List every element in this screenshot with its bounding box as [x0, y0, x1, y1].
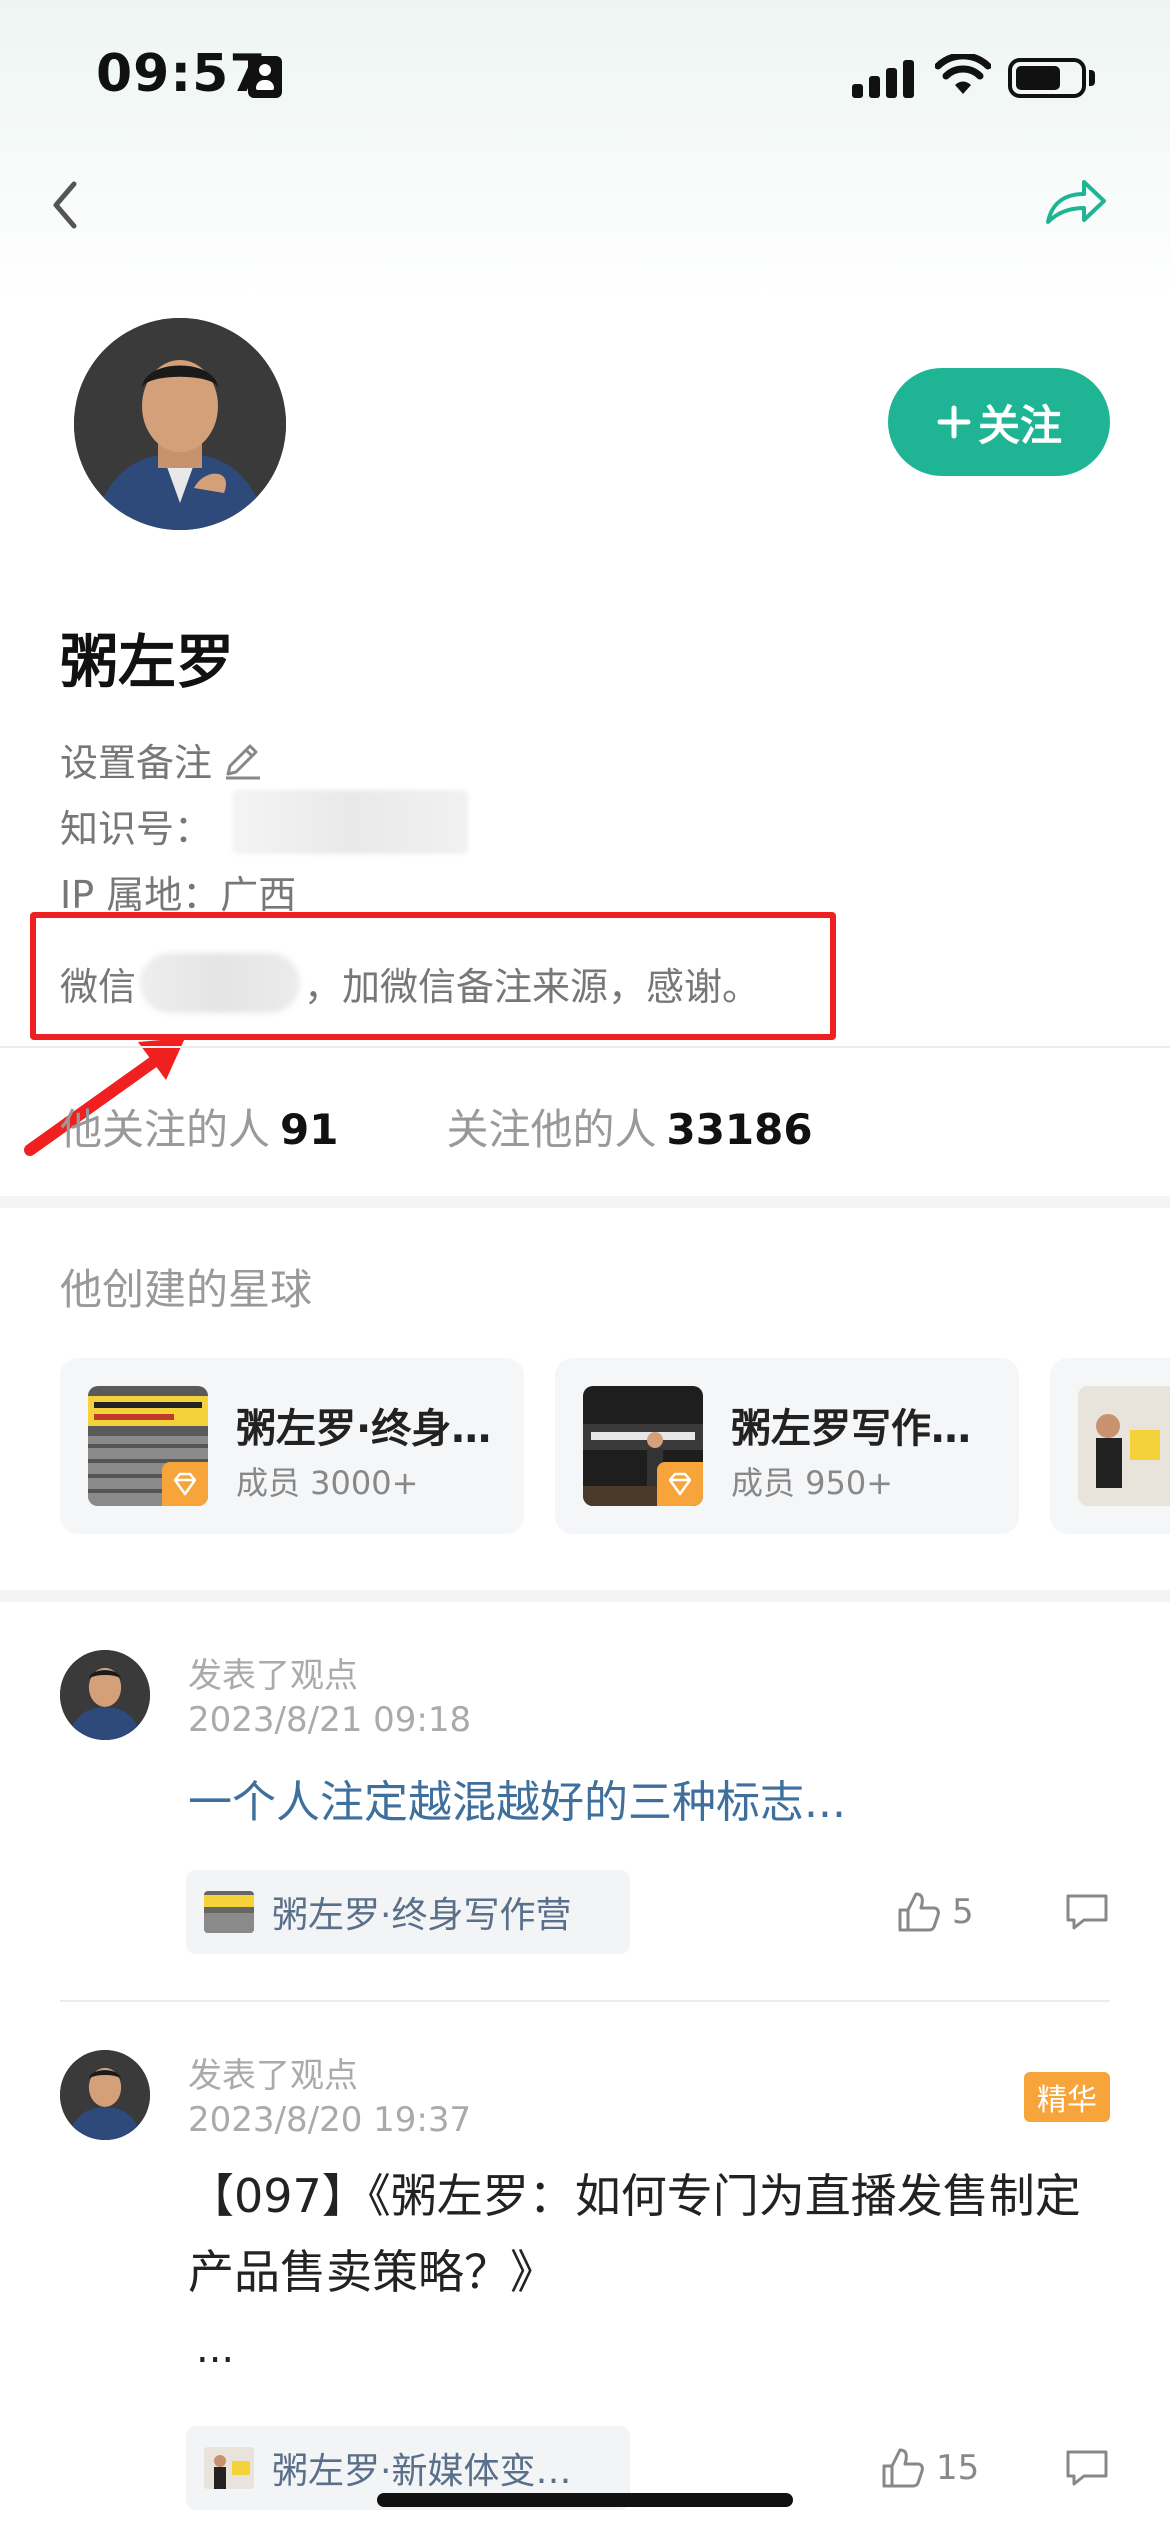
post-action: 发表了观点 [188, 1656, 358, 1696]
status-time: 09:57 [96, 44, 267, 104]
section-divider [0, 1196, 1170, 1208]
home-indicator[interactable] [377, 2493, 793, 2507]
post-time: 2023/8/20 19:37 [188, 2100, 472, 2140]
planet-card[interactable]: 粥左罗写作会员群 成员 950+ [555, 1358, 1019, 1534]
contact-card-icon [248, 56, 282, 98]
post-title[interactable]: 【097】《粥左罗：如何专门为直播发售制定产品售卖策略？》 [188, 2158, 1108, 2310]
zhishi-number-label: 知识号： [60, 807, 213, 851]
planet-members: 成员 950+ [731, 1464, 894, 1502]
set-remark-link[interactable]: 设置备注 [60, 732, 264, 787]
post-action: 发表了观点 [188, 2056, 358, 2096]
planet-card[interactable]: 粥左罗·终身写作营 成员 3000+ [60, 1358, 524, 1534]
remark-label: 设置备注 [60, 741, 213, 785]
divider [60, 2000, 1110, 2002]
share-button[interactable] [1040, 172, 1110, 232]
comment-icon[interactable] [1064, 2448, 1110, 2488]
battery-tip [1089, 70, 1095, 86]
planet-members: 成员 3000+ [236, 1464, 419, 1502]
planet-card-partial[interactable] [1050, 1358, 1170, 1534]
like-button[interactable]: 5 [896, 1890, 974, 1934]
thumbs-up-icon [898, 1892, 940, 1932]
post-title[interactable]: 一个人注定越混越好的三种标志... [188, 1766, 846, 1830]
post-avatar[interactable] [60, 1650, 150, 1740]
planets-section-title: 他创建的星球 [60, 1265, 313, 1314]
like-count: 15 [936, 2448, 980, 2488]
tag-thumbnail [204, 1891, 254, 1933]
ip-location: IP 属地：广西 [60, 873, 297, 917]
following-stat[interactable]: 他关注的人 91 [60, 1096, 338, 1157]
follow-label: 关注 [977, 400, 1062, 450]
featured-badge: 精华 [1024, 2072, 1110, 2122]
thumbs-up-icon [882, 2448, 924, 2488]
planet-thumbnail [1078, 1386, 1170, 1506]
post-ellipsis: ... [196, 2326, 235, 2372]
diamond-icon [657, 1462, 703, 1506]
back-button[interactable] [40, 170, 90, 240]
plus-icon [937, 405, 971, 439]
post-avatar[interactable] [60, 2050, 150, 2140]
planet-name: 粥左罗·终身写作营 [236, 1406, 506, 1452]
profile-avatar[interactable] [74, 318, 286, 530]
section-divider [0, 1590, 1170, 1602]
tag-thumbnail [204, 2447, 254, 2489]
diamond-icon [162, 1462, 208, 1506]
post-planet-tag[interactable]: 粥左罗·终身写作营 [186, 1870, 630, 1954]
redacted-id [232, 790, 468, 854]
follow-stats: 他关注的人 91 关注他的人 33186 [60, 1096, 813, 1157]
profile-name: 粥左罗 [60, 628, 235, 696]
followers-stat[interactable]: 关注他的人 33186 [446, 1096, 812, 1157]
edit-icon [226, 744, 261, 779]
battery-icon [1008, 58, 1086, 98]
follow-button[interactable]: 关注 [888, 368, 1110, 476]
wifi-icon [935, 54, 991, 94]
tag-label: 粥左罗·新媒体变现圈 [272, 2451, 602, 2492]
like-count: 5 [952, 1892, 974, 1932]
planet-name: 粥左罗写作会员群 [731, 1406, 1001, 1452]
divider [0, 1046, 1170, 1048]
tag-label: 粥左罗·终身写作营 [272, 1895, 572, 1936]
comment-icon[interactable] [1064, 1892, 1110, 1932]
like-button[interactable]: 15 [880, 2446, 979, 2490]
post-time: 2023/8/21 09:18 [188, 1700, 472, 1740]
cellular-signal-icon [852, 60, 914, 98]
